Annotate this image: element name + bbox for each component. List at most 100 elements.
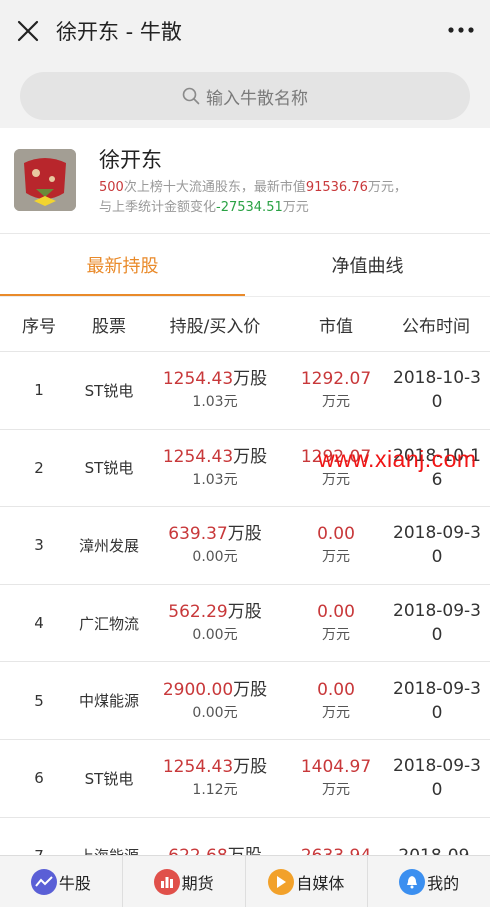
nav-stocks[interactable]: 牛股 xyxy=(0,856,123,907)
table-row[interactable]: 1 ST锐电 1254.43万股 1.03元 1292.07 万元 2018-10-30 xyxy=(0,352,490,430)
row-stock[interactable]: 广汇物流 xyxy=(78,613,140,634)
summary-text: 万元， xyxy=(367,180,407,195)
shares-unit: 万股 xyxy=(233,757,268,778)
header-shares: 持股/买入价 xyxy=(169,316,261,337)
row-index: 2 xyxy=(34,458,44,477)
avatar xyxy=(14,149,76,211)
market-value-amount: 0.00 xyxy=(317,679,355,700)
row-market-value: 0.00 万元 xyxy=(290,678,382,724)
title-bar: 徐开东 - 牛散 xyxy=(0,0,490,62)
table-row[interactable]: 3 漳州发展 639.37万股 0.00元 0.00 万元 2018-09-30 xyxy=(0,507,490,585)
row-shares: 1254.43万股 1.03元 xyxy=(140,445,290,491)
row-index: 1 xyxy=(34,381,44,400)
shares-value: 1254.43 xyxy=(162,757,234,778)
row-date: 2018-09-30 xyxy=(393,756,481,801)
shares-value: 1254.43 xyxy=(162,446,234,467)
row-stock[interactable]: ST锐电 xyxy=(78,380,140,401)
close-button[interactable] xyxy=(0,0,56,62)
market-value-unit: 万元 xyxy=(322,627,350,644)
nav-label: 期货 xyxy=(181,873,214,893)
header-index: 序号 xyxy=(22,316,56,337)
more-icon xyxy=(448,27,474,33)
table-row[interactable]: 6 ST锐电 1254.43万股 1.12元 1404.97 万元 2018-09-30 xyxy=(0,740,490,818)
shares-value: 2900.00 xyxy=(162,679,234,700)
row-shares: 2900.00万股 0.00元 xyxy=(140,678,290,724)
tab-nav-curve[interactable]: 净值曲线 xyxy=(245,234,490,296)
row-stock[interactable]: 漳州发展 xyxy=(78,535,140,556)
shares-value: 1254.43 xyxy=(162,369,234,390)
row-date: 2018-09-30 xyxy=(393,601,481,646)
nav-mine[interactable]: 我的 xyxy=(368,856,490,907)
more-button[interactable] xyxy=(444,14,478,46)
row-index: 6 xyxy=(34,769,44,788)
row-market-value: 1292.07 万元 xyxy=(290,367,382,413)
table-row[interactable]: 5 中煤能源 2900.00万股 0.00元 0.00 万元 2018-09-30 xyxy=(0,662,490,740)
search-input[interactable]: 输入牛散名称 xyxy=(20,72,470,120)
nav-label: 我的 xyxy=(427,873,460,893)
close-icon xyxy=(17,20,39,42)
header-stock: 股票 xyxy=(92,316,126,337)
table-row[interactable]: 4 广汇物流 562.29万股 0.00元 0.00 万元 2018-09-30 xyxy=(0,585,490,663)
watermark: www.xianj.com xyxy=(318,446,477,472)
shares-unit: 万股 xyxy=(227,524,262,545)
bell-icon xyxy=(399,868,426,895)
market-value-amount: 1292.07 xyxy=(300,369,372,390)
investor-profile: 徐开东 500次上榜十大流通股东，最新市值91536.76万元， 与上季统计金额… xyxy=(0,128,490,234)
nav-media[interactable]: 自媒体 xyxy=(246,856,369,907)
row-stock[interactable]: ST锐电 xyxy=(78,768,140,789)
row-market-value: 0.00 万元 xyxy=(290,522,382,568)
shares-unit: 万股 xyxy=(227,602,262,623)
page: 徐开东 - 牛散 输入牛散名称 徐开东 500次上榜十大流通股东，最新市值915… xyxy=(0,0,490,907)
row-stock[interactable]: 中煤能源 xyxy=(78,690,140,711)
market-value-unit: 万元 xyxy=(322,704,350,721)
tab-bar: 最新持股 净值曲线 xyxy=(0,234,490,296)
nav-label: 牛股 xyxy=(58,873,91,893)
page-title: 徐开东 - 牛散 xyxy=(56,20,182,44)
row-shares: 1254.43万股 1.12元 xyxy=(140,755,290,801)
bar-chart-icon xyxy=(153,868,180,895)
row-market-value: 1404.97 万元 xyxy=(290,755,382,801)
buy-price: 0.00元 xyxy=(192,627,238,644)
row-stock[interactable]: ST锐电 xyxy=(78,457,140,478)
header-market-value: 市值 xyxy=(319,316,353,337)
buy-price: 1.03元 xyxy=(192,394,238,411)
row-market-value: 0.00 万元 xyxy=(290,600,382,646)
market-value-unit: 万元 xyxy=(322,549,350,566)
header-date: 公布时间 xyxy=(402,316,470,337)
shares-unit: 万股 xyxy=(233,446,268,467)
market-value-unit: 万元 xyxy=(322,394,350,411)
summary-text: 万元 xyxy=(282,200,309,215)
row-index: 5 xyxy=(34,691,44,710)
shares-value: 639.37 xyxy=(168,524,228,545)
market-value-amount: 0.00 xyxy=(317,524,355,545)
summary-text: 与上季统计金额变化 xyxy=(99,200,217,215)
investor-name: 徐开东 xyxy=(99,148,162,172)
holdings-table: 1 ST锐电 1254.43万股 1.03元 1292.07 万元 2018-10-30 2 S… xyxy=(0,352,490,896)
shares-value: 562.29 xyxy=(168,602,228,623)
row-date: 2018-10-30 xyxy=(393,368,481,413)
search-placeholder: 输入牛散名称 xyxy=(206,88,308,109)
buy-price: 0.00元 xyxy=(192,549,238,566)
bottom-nav: 牛股 期货 自媒体 我的 xyxy=(0,855,490,907)
market-value: 91536.76 xyxy=(305,180,368,195)
chart-icon xyxy=(30,868,57,895)
buy-price: 1.12元 xyxy=(192,782,238,799)
investor-summary: 500次上榜十大流通股东，最新市值91536.76万元， 与上季统计金额变化-2… xyxy=(99,178,479,218)
search-icon xyxy=(182,87,200,105)
search-bar: 输入牛散名称 xyxy=(0,62,490,128)
buy-price: 1.03元 xyxy=(192,471,238,488)
market-value-amount: 1404.97 xyxy=(300,757,372,778)
row-shares: 639.37万股 0.00元 xyxy=(140,522,290,568)
row-shares: 562.29万股 0.00元 xyxy=(140,600,290,646)
tab-latest-holdings[interactable]: 最新持股 xyxy=(0,234,245,296)
row-index: 4 xyxy=(34,614,44,633)
shares-unit: 万股 xyxy=(233,369,268,390)
play-icon xyxy=(268,868,295,895)
row-index: 3 xyxy=(34,536,44,555)
row-date: 2018-09-30 xyxy=(393,523,481,568)
nav-futures[interactable]: 期货 xyxy=(123,856,246,907)
buy-price: 0.00元 xyxy=(192,704,238,721)
value-change: -27534.51 xyxy=(216,200,283,215)
list-count: 500 xyxy=(99,180,124,195)
shares-unit: 万股 xyxy=(233,679,268,700)
